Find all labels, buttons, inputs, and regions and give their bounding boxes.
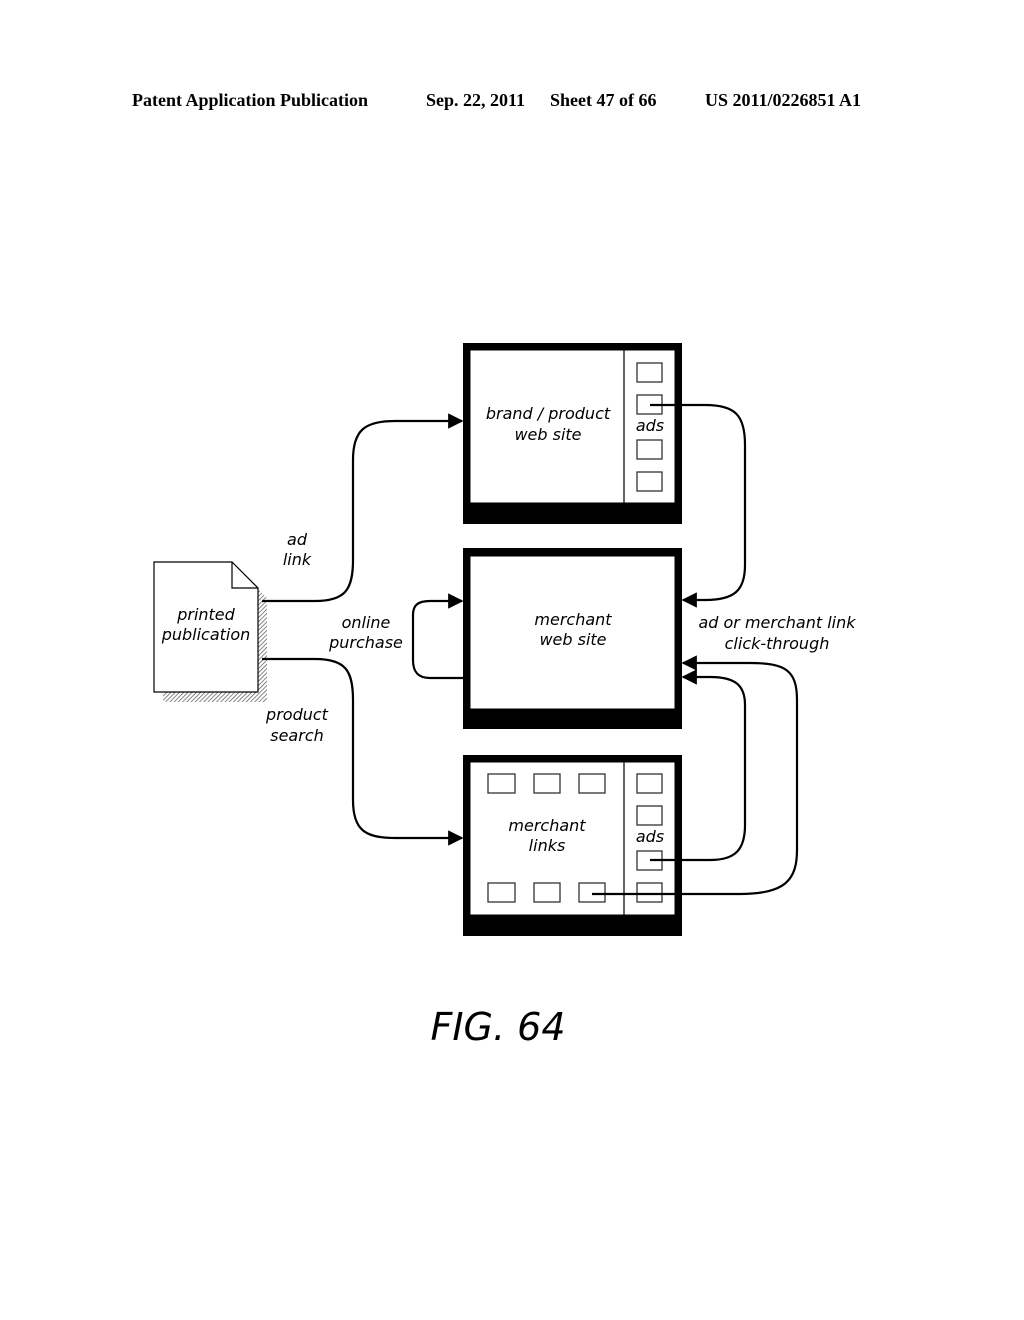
link-slot [533,882,561,903]
brand-product-site-node: brand / product web site ads [463,343,682,524]
ad-slot [636,882,663,903]
click-through-label-1: ad or merchant link [698,613,856,632]
brand-site-label-2: web site [514,425,581,444]
link-slot [487,882,516,903]
online-purchase-arrow [411,593,464,680]
merchant-site-label-2: web site [539,630,606,649]
figure-caption: FIG. 64 [430,1005,565,1049]
merchant-links-ads-label: ads [636,827,664,846]
flow-diagram: printed publication brand / product web … [153,343,856,1049]
ad-link-label-1: ad [287,530,308,549]
link-slot [533,773,561,794]
ad-slot [636,362,663,383]
brand-site-label-1: brand / product [486,404,611,423]
printed-publication-label-1: printed [176,605,235,624]
product-search-arrow [262,657,464,846]
ad-slot [636,471,663,492]
link-slot [578,773,606,794]
product-search-label-2: search [270,726,324,745]
merchant-site-label-1: merchant [534,610,612,629]
ad-slot [636,805,663,826]
brand-site-ads-label: ads [636,416,664,435]
merchant-links-label-1: merchant [508,816,586,835]
click-through-label-2: click-through [725,634,830,653]
ad-slot [636,773,663,794]
ad-slot [636,439,663,460]
printed-publication-label-2: publication [161,625,251,644]
merchant-links-label-2: links [529,836,566,855]
link-slot [578,882,606,903]
printed-publication-node: printed publication [153,561,267,702]
ad-link-arrow [262,413,464,603]
online-purchase-label-1: online [342,613,391,632]
merchant-site-node: merchant web site [463,548,682,729]
online-purchase-label-2: purchase [328,633,403,652]
link-slot [487,773,516,794]
product-search-label-1: product [265,705,329,724]
merchant-links-node: merchant links ads [463,755,682,936]
ad-link-label-2: link [283,550,312,569]
